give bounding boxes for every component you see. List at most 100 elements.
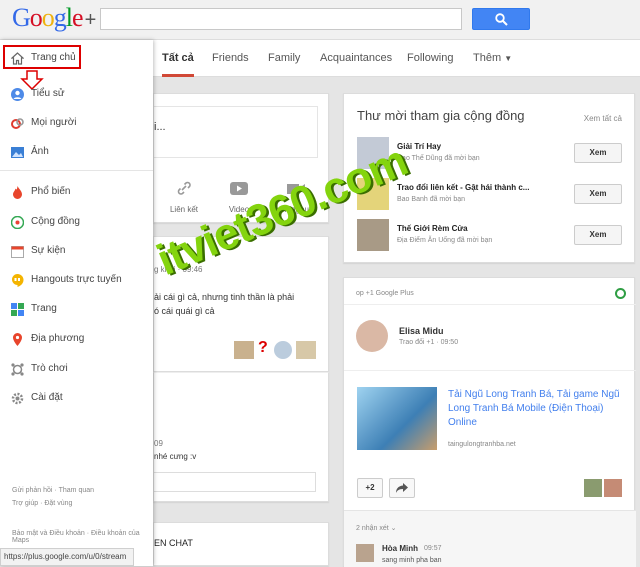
plus-one-avatar[interactable] [604,479,622,497]
top-bar: Google + [0,0,640,40]
comments-toggle[interactable]: 2 nhận xét ⌄ [356,524,397,532]
nav-item-label: Hangouts trực tuyến [31,274,122,285]
divider [344,370,636,371]
region-link[interactable]: Đặt vùng [44,500,72,507]
photos-icon [11,147,24,158]
plus-one-button[interactable]: +2 [357,478,383,498]
people-icon [11,118,24,129]
commenter-name[interactable]: Hòa Minh [382,544,418,553]
footer-links: Trợ giúp · Đặt vùng [12,500,73,507]
feedback-link[interactable]: Gửi phản hồi [12,487,53,494]
avatar[interactable] [356,320,388,352]
tour-link[interactable]: Tham quan [59,487,94,494]
google-plus-logo[interactable]: Google + [12,3,97,33]
see-all-link[interactable]: Xem tất cả [584,114,622,123]
reaction-image [234,341,254,359]
chevron-down-icon: ⌄ [390,525,397,532]
location-icon [13,333,22,346]
nav-item-games[interactable]: Trò chơi [0,358,153,380]
reaction-image [274,341,292,359]
view-community-button[interactable]: Xem [574,143,622,163]
nav-item-local[interactable]: Địa phương [0,328,153,350]
tab-all[interactable]: Tất cả [162,40,194,77]
chevron-down-icon: ▼ [504,54,513,63]
chat-post: EN CHAT [153,522,329,566]
nav-item-pages[interactable]: Trang [0,298,153,320]
tab-more[interactable]: Thêm ▼ [473,40,512,77]
nav-item-photos[interactable]: Ảnh [0,141,153,163]
community-name[interactable]: Giải Trí Hay [397,142,441,151]
community-inviter: Địa Điểm Ăn Uống đã mời bạn [397,237,493,244]
link-preview-image[interactable] [357,387,437,450]
view-community-button[interactable]: Xem [574,225,622,245]
gplus-post-card: op +1 Google Plus Elisa Midu Trao đổi +1… [343,277,636,567]
circle-status-icon[interactable] [615,288,626,299]
nav-divider [0,170,153,171]
games-icon [11,363,24,376]
tab-family[interactable]: Family [268,40,300,77]
nav-item-label: Sự kiện [31,245,66,256]
calendar-icon [11,246,24,258]
plus-one-avatar[interactable] [584,479,602,497]
logo-plus: + [84,9,97,31]
help-link[interactable]: Trợ giúp [12,500,38,507]
nav-item-communities[interactable]: Cộng đồng [0,211,153,233]
reaction-image [296,341,316,359]
fire-icon [13,186,22,199]
home-icon [11,52,24,65]
nav-item-hangouts[interactable]: Hangouts trực tuyến [0,269,153,291]
share-text-input[interactable]: i... [154,106,318,158]
community-name[interactable]: Thế Giới Rèm Cửa [397,224,468,233]
logo-letter: o [41,3,55,32]
link-title[interactable]: Tải Ngũ Long Tranh Bá, Tải game Ngũ Long… [448,388,628,430]
nav-item-label: Phổ biến [31,186,71,197]
post-source: op +1 Google Plus [356,290,414,297]
hangouts-icon [12,274,24,287]
stream-tabs: Tất cả Friends Family Acquaintances Foll… [153,40,640,77]
community-thumbnail [357,219,389,251]
nav-item-label: Trang chủ [31,52,76,63]
tab-friends[interactable]: Friends [212,40,249,77]
search-icon [495,13,508,26]
nav-item-events[interactable]: Sự kiện [0,240,153,262]
tab-following[interactable]: Following [407,40,453,77]
nav-item-label: Ảnh [31,146,49,157]
community-inviter: Bao Banh đã mời bạn [397,196,466,203]
nav-item-label: Cộng đồng [31,216,80,227]
nav-item-settings[interactable]: Cài đặt [0,387,153,409]
post-text-line: ó cái quái gì cả [154,306,215,316]
divider [344,304,636,305]
main-nav-menu: Trang chủ Tiểu sử Mọi người Ảnh Phổ biến… [0,40,153,566]
share-placeholder: i... [154,121,166,133]
share-post-button[interactable] [389,478,415,498]
share-link-label: Liên kết [169,205,199,214]
nav-item-home[interactable]: Trang chủ [0,47,153,69]
post-author[interactable]: Elisa Midu [399,326,444,336]
privacy-link[interactable]: Bảo mật và Điều khoản [12,530,85,537]
video-icon [230,182,248,195]
post-text: nhé cưng :v [154,452,197,461]
nav-item-label: Mọi người [31,117,77,128]
nav-item-label: Địa phương [31,333,85,344]
post-text-line: ải cái gì cả, nhưng tinh thần là phải [154,292,295,302]
nav-item-whats-hot[interactable]: Phổ biến [0,181,153,203]
gear-icon [11,392,24,405]
view-community-button[interactable]: Xem [574,184,622,204]
nav-item-label: Trò chơi [31,363,68,374]
search-button[interactable] [472,8,530,30]
nav-item-people[interactable]: Mọi người [0,112,153,134]
browser-status-bar: https://plus.google.com/u/0/stream [0,548,134,566]
tab-acquaintances[interactable]: Acquaintances [320,40,392,77]
commenter-avatar[interactable] [356,544,374,562]
search-input[interactable] [100,8,462,30]
comment-input[interactable] [154,472,316,492]
link-icon [177,181,191,195]
footer-links: Gửi phản hồi · Tham quan [12,487,95,494]
logo-letter: e [72,3,84,32]
nav-item-profile[interactable]: Tiểu sử [0,83,153,105]
nav-item-label: Trang [31,303,57,314]
community-name[interactable]: Trao đổi liên kết - Gật hái thành c... [397,183,572,192]
logo-letter: G [12,3,31,32]
share-arrow-icon [396,483,408,493]
communities-icon [11,216,24,229]
